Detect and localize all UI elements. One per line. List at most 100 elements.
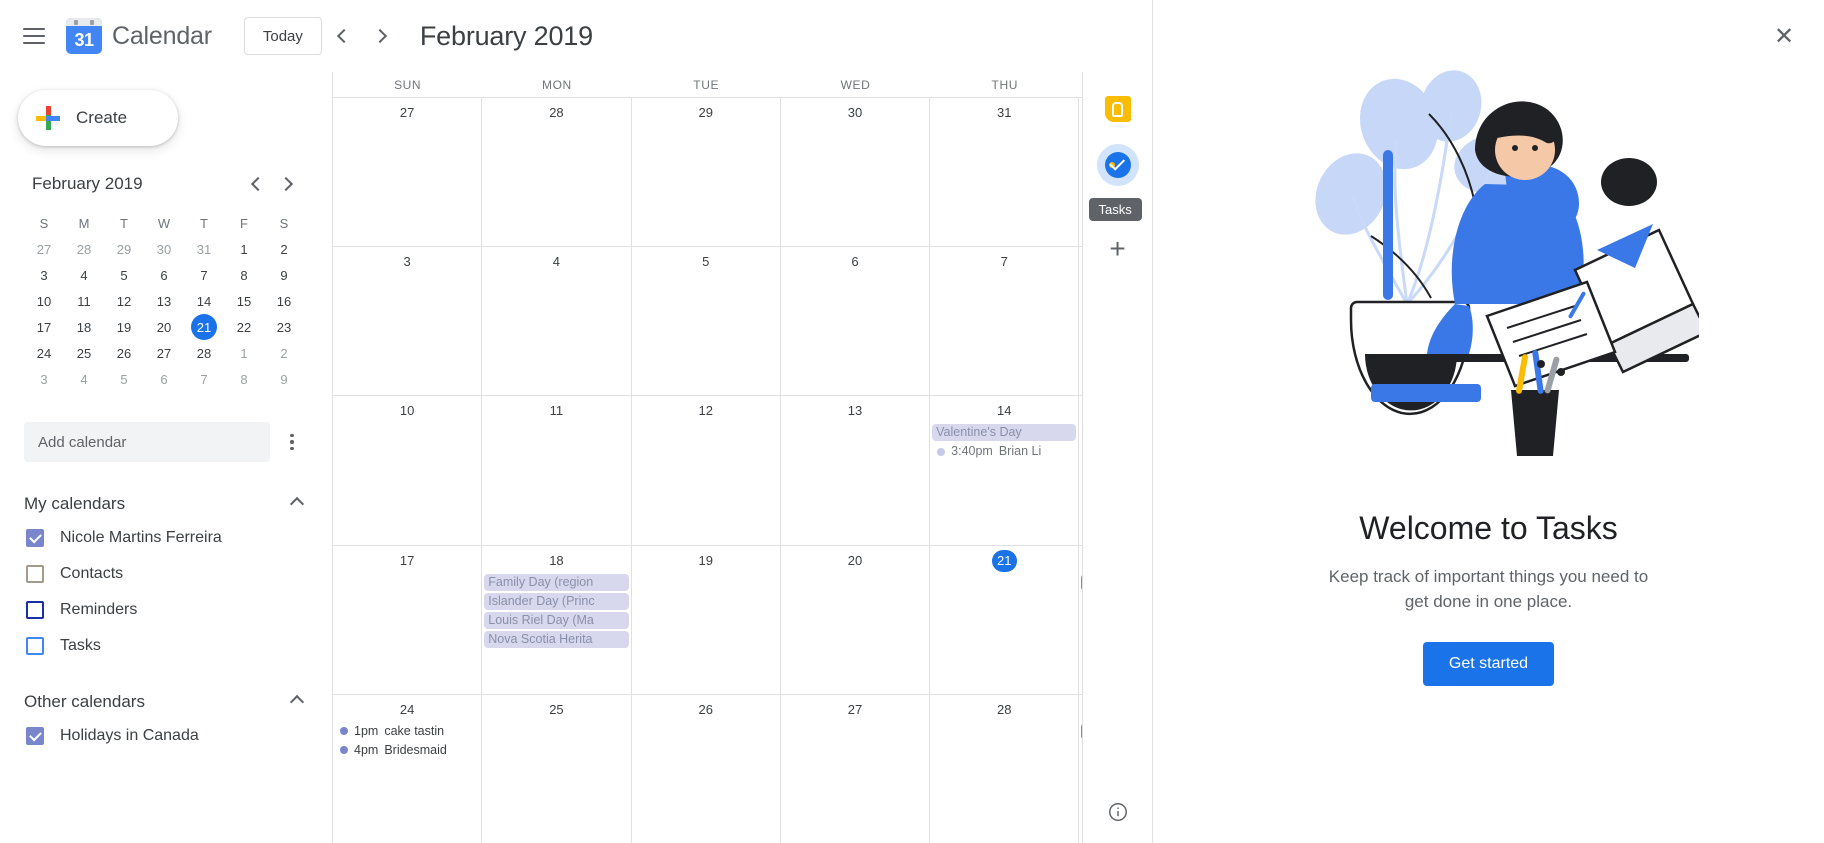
calendar-day-cell[interactable]: 28 [930,694,1080,843]
calendar-day-number[interactable]: 13 [781,400,929,422]
rail-item-keep[interactable] [1097,88,1139,130]
mini-calendar-day[interactable]: 30 [144,236,184,262]
calendar-day-number[interactable]: 10 [333,400,481,422]
mini-calendar-day[interactable]: 9 [264,366,304,392]
mini-calendar-day[interactable]: 8 [224,262,264,288]
mini-calendar-day[interactable]: 5 [104,262,144,288]
mini-calendar-day[interactable]: 2 [264,340,304,366]
calendar-day-number[interactable]: 27 [781,699,929,721]
calendar-day-cell[interactable]: 27 [333,98,483,247]
calendar-options-menu-icon[interactable] [276,426,308,458]
info-icon[interactable] [1101,795,1135,829]
calendar-list-item[interactable]: Reminders [24,592,308,628]
calendar-day-cell[interactable]: 3 [333,247,483,396]
mini-calendar-day[interactable]: 3 [24,262,64,288]
hamburger-icon[interactable] [10,12,58,60]
mini-calendar-day[interactable]: 13 [144,288,184,314]
calendar-day-number[interactable]: 28 [930,699,1078,721]
calendar-day-number[interactable]: 25 [482,699,630,721]
mini-calendar-day[interactable]: 22 [224,314,264,340]
mini-calendar-day[interactable]: 25 [64,340,104,366]
calendar-event[interactable]: Islander Day (Princ [484,592,629,610]
mini-calendar-day[interactable]: 15 [224,288,264,314]
calendar-day-cell[interactable]: 27 [781,694,931,843]
other-calendars-header[interactable]: Other calendars [24,686,308,718]
rail-item-tasks[interactable]: Tasks [1088,144,1142,221]
mini-calendar-day[interactable]: 1 [224,236,264,262]
calendar-logo[interactable]: 31 Calendar [66,18,212,54]
calendar-day-number[interactable]: 14 [930,400,1078,422]
mini-prev-month-button[interactable] [240,168,272,200]
calendar-day-cell[interactable]: 25 [482,694,632,843]
mini-calendar-day[interactable]: 6 [144,262,184,288]
mini-calendar-day[interactable]: 28 [64,236,104,262]
mini-calendar-day[interactable]: 21 [184,314,224,340]
calendar-list-item[interactable]: Tasks [24,628,308,664]
create-button[interactable]: Create [18,90,178,146]
calendar-list-item[interactable]: Contacts [24,556,308,592]
mini-calendar-day[interactable]: 12 [104,288,144,314]
calendar-day-number[interactable]: 29 [632,102,780,124]
calendar-day-cell[interactable]: 19 [632,545,781,694]
mini-calendar-day[interactable]: 18 [64,314,104,340]
calendar-day-cell[interactable]: 10 [333,396,483,545]
mini-calendar-day[interactable]: 10 [24,288,64,314]
mini-calendar-day[interactable]: 7 [184,262,224,288]
mini-calendar-day[interactable]: 11 [64,288,104,314]
calendar-day-cell[interactable]: 6 [781,247,931,396]
calendar-checkbox[interactable] [26,529,44,547]
calendar-day-number[interactable]: 6 [781,251,929,273]
mini-calendar-day[interactable]: 26 [104,340,144,366]
calendar-day-number[interactable]: 3 [333,251,481,273]
mini-calendar-day[interactable]: 31 [184,236,224,262]
calendar-event[interactable]: 3:40pm Brian Li [932,443,1076,460]
mini-calendar-day[interactable]: 4 [64,366,104,392]
mini-calendar-day[interactable]: 7 [184,366,224,392]
calendar-day-cell[interactable]: 20 [781,545,931,694]
calendar-day-number[interactable]: 19 [632,550,780,572]
calendar-day-cell[interactable]: 31 [930,98,1080,247]
calendar-day-number[interactable]: 7 [930,251,1078,273]
calendar-event[interactable]: Family Day (region [484,573,629,591]
calendar-event[interactable]: Nova Scotia Herita [484,630,629,648]
calendar-day-number[interactable]: 31 [930,102,1078,124]
mini-calendar-day[interactable]: 9 [264,262,304,288]
calendar-day-cell[interactable]: 4 [482,247,632,396]
calendar-day-cell[interactable]: 28 [482,98,632,247]
today-button[interactable]: Today [243,17,322,55]
my-calendars-header[interactable]: My calendars [24,488,308,520]
calendar-day-number[interactable]: 30 [781,102,929,124]
close-icon[interactable]: ✕ [1762,14,1806,58]
calendar-day-cell[interactable]: 11 [482,396,632,545]
mini-calendar-day[interactable]: 14 [184,288,224,314]
calendar-checkbox[interactable] [26,637,44,655]
mini-next-month-button[interactable] [272,168,304,200]
calendar-day-number[interactable]: 20 [781,550,929,572]
calendar-day-number[interactable]: 11 [482,400,630,422]
mini-calendar-day[interactable]: 3 [24,366,64,392]
mini-calendar-day[interactable]: 19 [104,314,144,340]
calendar-day-cell[interactable]: 5 [632,247,781,396]
previous-period-button[interactable] [322,16,362,56]
calendar-checkbox[interactable] [26,727,44,745]
calendar-day-cell[interactable]: 14 Valentine's Day 3:40pm Brian Li [930,396,1080,545]
calendar-day-number[interactable]: 24 [333,699,481,721]
calendar-day-cell[interactable]: 30 [781,98,931,247]
calendar-event[interactable]: Valentine's Day [932,424,1077,442]
mini-calendar-day[interactable]: 16 [264,288,304,314]
mini-calendar-day[interactable]: 2 [264,236,304,262]
calendar-day-cell[interactable]: 12 [632,396,781,545]
mini-calendar-day[interactable]: 23 [264,314,304,340]
calendar-day-number[interactable]: 27 [333,102,481,124]
calendar-list-item[interactable]: Holidays in Canada [24,718,308,754]
next-period-button[interactable] [362,16,402,56]
calendar-list-item[interactable]: Nicole Martins Ferreira [24,520,308,556]
calendar-day-cell[interactable]: 18 Family Day (region Islander Day (Princ L… [482,545,632,694]
mini-calendar-day[interactable]: 5 [104,366,144,392]
add-calendar-input[interactable] [24,422,270,462]
mini-calendar-day[interactable]: 6 [144,366,184,392]
calendar-checkbox[interactable] [26,565,44,583]
mini-calendar-day[interactable]: 1 [224,340,264,366]
calendar-day-number[interactable]: 21 [930,549,1078,572]
mini-calendar-day[interactable]: 20 [144,314,184,340]
